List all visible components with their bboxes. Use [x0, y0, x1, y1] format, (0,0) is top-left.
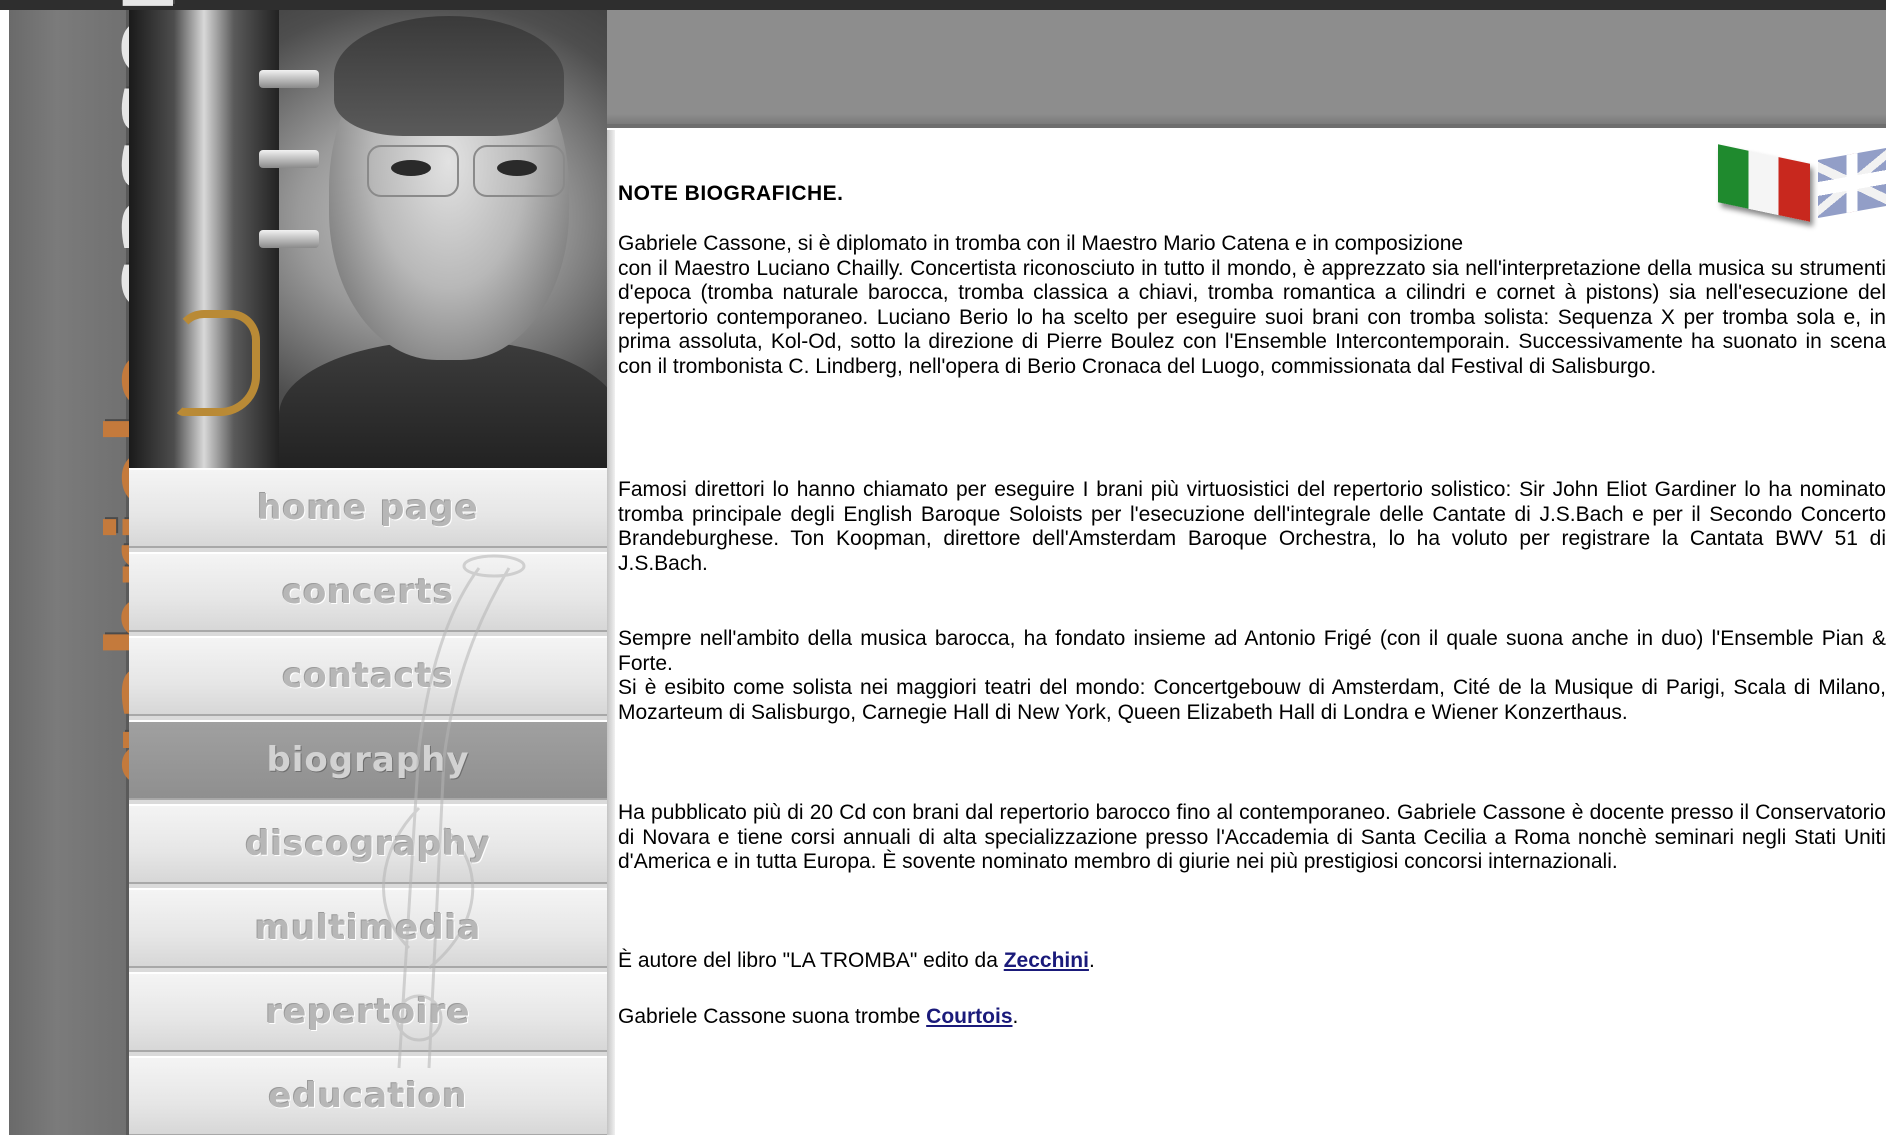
nav-home-page[interactable]: home page — [129, 468, 607, 548]
uk-flag-icon[interactable] — [1818, 148, 1886, 218]
nav-education[interactable]: education — [129, 1056, 607, 1135]
nav-concerts[interactable]: concerts — [129, 552, 607, 632]
trumpet-brass-hook — [174, 310, 260, 416]
paragraph-6: È autore del libro "LA TROMBA" edito da … — [618, 949, 1095, 974]
trumpet-brand-text: Gabriele Cassone suona trombe — [618, 1005, 927, 1028]
portrait-photo — [129, 10, 607, 468]
paragraph-5-text: Ha pubblicato più di 20 Cd con brani dal… — [618, 801, 1886, 873]
header-bar — [607, 10, 1886, 128]
nav-divider — [607, 130, 615, 1135]
nav-contacts[interactable]: contacts — [129, 636, 607, 716]
main-nav: home page concerts contacts biography di… — [129, 468, 607, 1135]
paragraph-7: Gabriele Cassone suona trombe Courtois. — [618, 1005, 1018, 1030]
trumpet-valve — [259, 70, 319, 88]
courtois-link[interactable]: Courtois — [926, 1005, 1012, 1028]
paragraph-1-rest: con il Maestro Luciano Chailly. Concerti… — [618, 256, 1886, 378]
zecchini-link[interactable]: Zecchini — [1004, 949, 1089, 972]
trumpet-valve — [259, 150, 319, 168]
nav-multimedia[interactable]: multimedia — [129, 888, 607, 968]
italy-flag-icon[interactable] — [1718, 144, 1810, 222]
book-text: È autore del libro "LA TROMBA" edito da — [618, 949, 1004, 972]
paragraph-1-line1: Gabriele Cassone, si è diplomato in trom… — [618, 232, 1464, 255]
paragraph-1: Gabriele Cassone, si è diplomato in trom… — [618, 232, 1886, 379]
paragraph-3-text: Sempre nell'ambito della musica barocca,… — [618, 627, 1886, 675]
paragraph-2: Famosi direttori lo hanno chiamato per e… — [618, 478, 1886, 576]
trumpet-brand-text-end: . — [1012, 1005, 1019, 1028]
header-shade — [607, 114, 1886, 124]
book-text-end: . — [1088, 949, 1095, 972]
page: gabriele cassone home page concerts cont… — [0, 0, 1886, 1135]
paragraph-2-text: Famosi direttori lo hanno chiamato per e… — [618, 478, 1886, 575]
trumpet-valve — [259, 230, 319, 248]
portrait-eye — [391, 160, 431, 176]
portrait-eye — [497, 160, 537, 176]
portrait-hair — [334, 16, 564, 136]
nav-discography[interactable]: discography — [129, 804, 607, 884]
paragraph-4-text: Si è esibito come solista nei maggiori t… — [618, 676, 1886, 724]
paragraph-3: Sempre nell'ambito della musica barocca,… — [618, 627, 1886, 725]
top-frame — [0, 0, 1886, 10]
page-title: NOTE BIOGRAFICHE. — [618, 182, 844, 205]
nav-repertoire[interactable]: repertoire — [129, 972, 607, 1052]
nav-biography[interactable]: biography — [129, 720, 607, 800]
paragraph-5: Ha pubblicato più di 20 Cd con brani dal… — [618, 801, 1886, 875]
